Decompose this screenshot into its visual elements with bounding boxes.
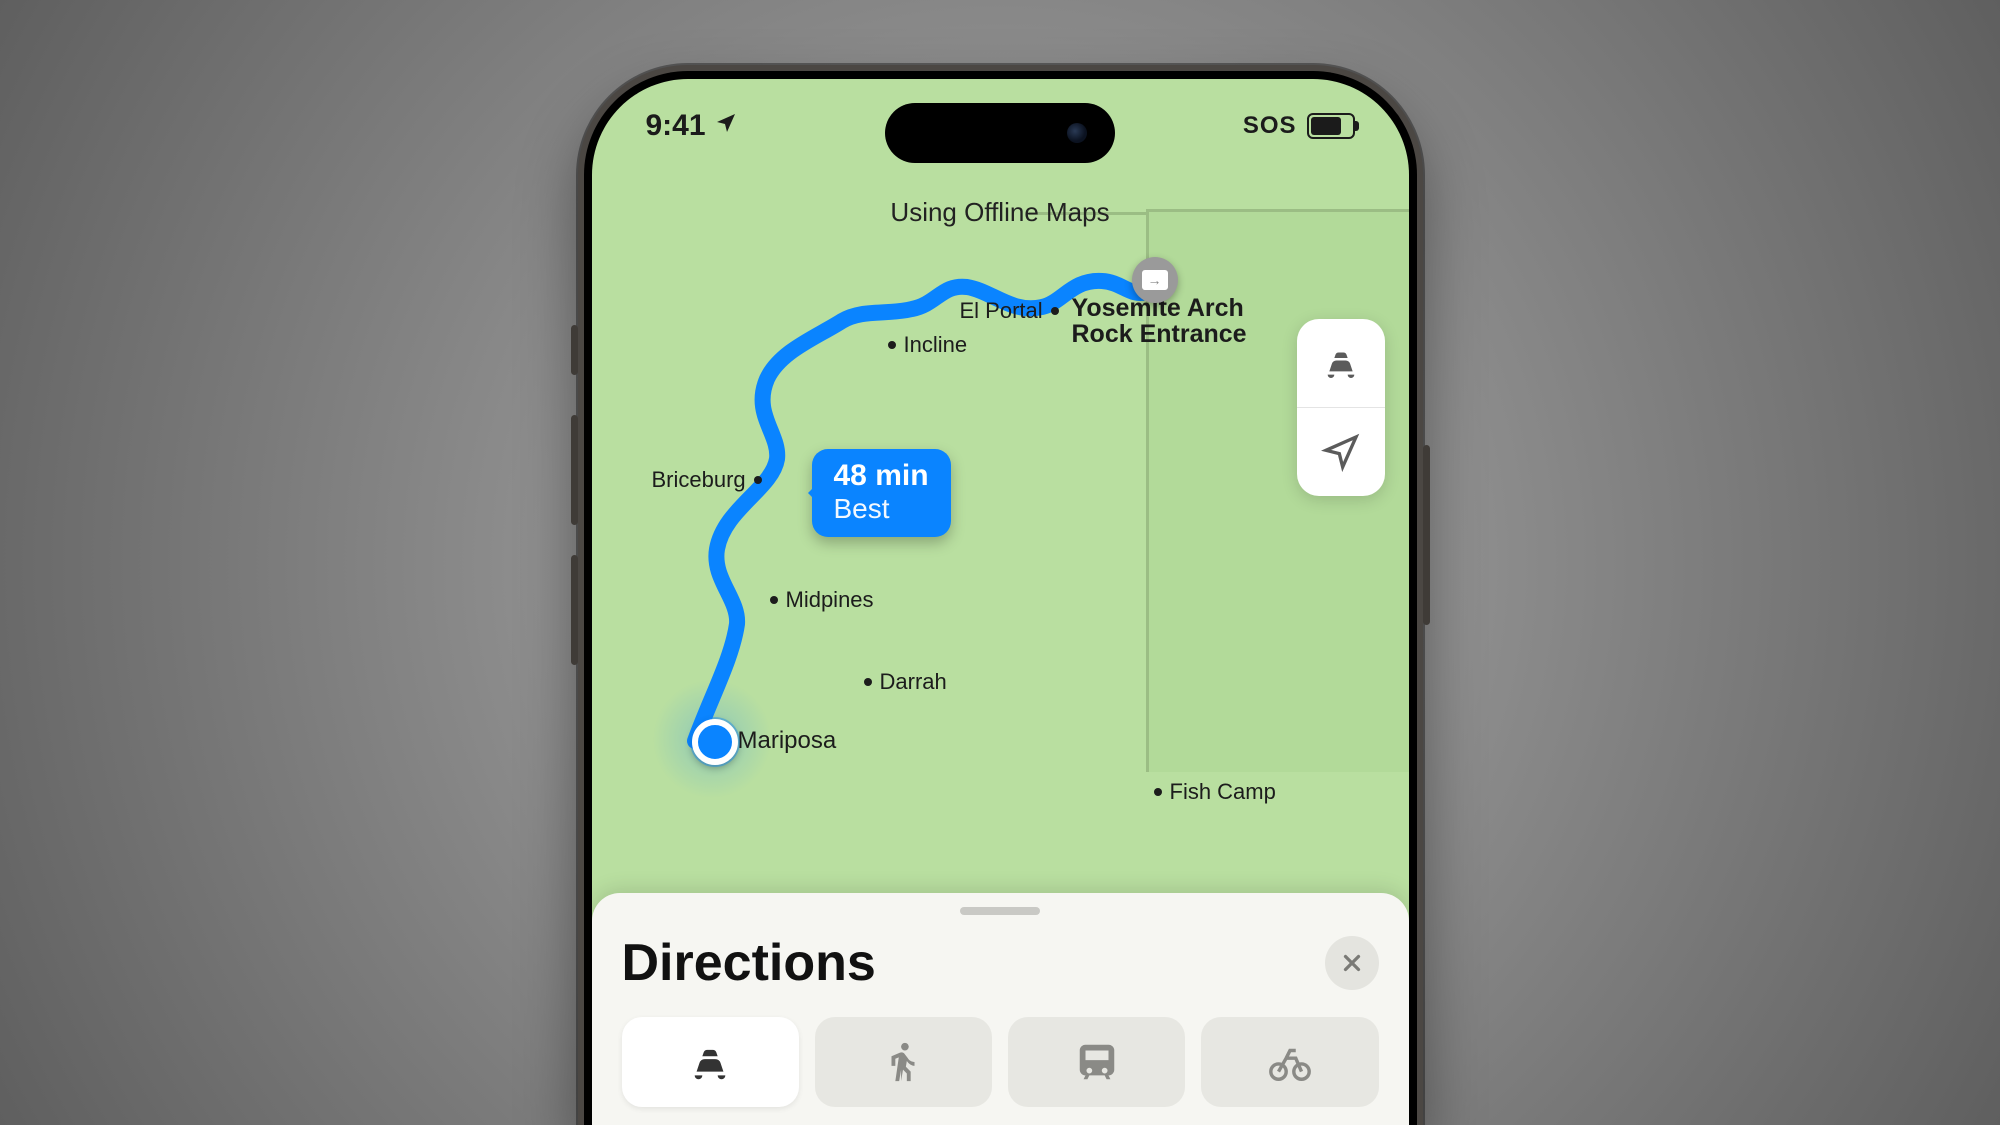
status-time: 9:41 [646, 109, 706, 143]
dynamic-island [885, 103, 1115, 163]
phone-volume-up [571, 415, 578, 525]
place-darrah[interactable]: Darrah [864, 669, 947, 695]
walk-icon [880, 1039, 926, 1085]
location-services-icon [714, 109, 738, 143]
recenter-button[interactable] [1297, 408, 1385, 496]
place-incline[interactable]: Incline [888, 332, 968, 358]
map-mode-button[interactable] [1297, 319, 1385, 408]
transit-icon [1074, 1039, 1120, 1085]
mode-car[interactable] [622, 1017, 799, 1107]
route-quality: Best [834, 493, 929, 525]
battery-icon [1307, 113, 1355, 139]
route-time: 48 min [834, 459, 929, 493]
phone-frame: 9:41 SOS Using Offline Maps [578, 65, 1423, 1125]
map-controls [1297, 319, 1385, 496]
sheet-title: Directions [622, 933, 876, 993]
place-midpines[interactable]: Midpines [770, 587, 874, 613]
transport-modes [622, 1017, 1379, 1107]
phone-power-button [1423, 445, 1430, 625]
phone-side-button [571, 325, 578, 375]
place-destination[interactable]: Yosemite Arch Rock Entrance [1072, 295, 1247, 348]
place-briceburg[interactable]: Briceburg [652, 467, 762, 493]
place-mariposa[interactable]: Mariposa [738, 727, 837, 755]
car-icon [687, 1039, 733, 1085]
mode-bike[interactable] [1201, 1017, 1378, 1107]
mode-transit[interactable] [1008, 1017, 1185, 1107]
route-callout[interactable]: 48 min Best [812, 449, 951, 537]
close-button[interactable] [1325, 936, 1379, 990]
sheet-grabber[interactable] [960, 907, 1040, 915]
destination-pin[interactable]: → [1132, 257, 1178, 303]
status-network-label: SOS [1243, 112, 1297, 140]
entrance-icon: → [1142, 270, 1168, 290]
place-fish-camp[interactable]: Fish Camp [1154, 779, 1276, 805]
close-icon [1339, 950, 1365, 976]
phone-volume-down [571, 555, 578, 665]
mode-walk[interactable] [815, 1017, 992, 1107]
current-location-dot[interactable] [692, 719, 738, 765]
screen: 9:41 SOS Using Offline Maps [592, 79, 1409, 1125]
offline-banner: Using Offline Maps [890, 197, 1109, 228]
place-el-portal[interactable]: El Portal [960, 298, 1059, 324]
directions-sheet[interactable]: Directions [592, 893, 1409, 1125]
bike-icon [1267, 1039, 1313, 1085]
